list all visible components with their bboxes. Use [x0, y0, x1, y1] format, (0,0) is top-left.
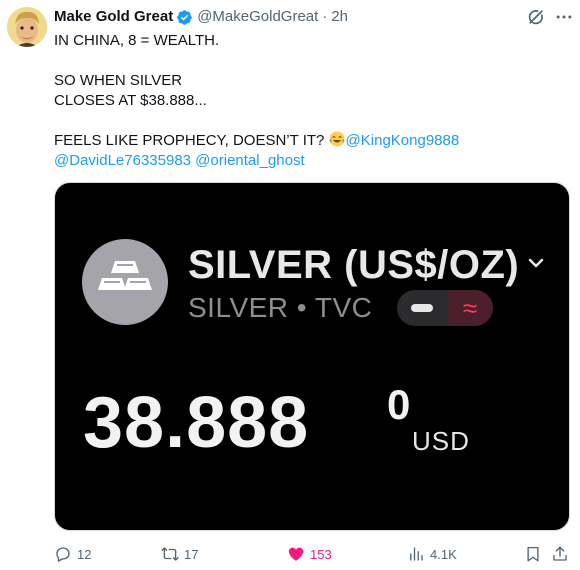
instrument-title: SILVER (US$/OZ) [188, 243, 520, 287]
reply-button[interactable]: 12 [54, 543, 91, 565]
tweet-line-mentions: @DavidLe76335983 @oriental_ghost [54, 151, 564, 171]
author-name[interactable]: Make Gold Great [54, 7, 173, 27]
chevron-down-icon [528, 258, 544, 268]
tweet-line: IN CHINA, 8 = WEALTH. [54, 32, 220, 49]
tweet-header: Make Gold Great @MakeGoldGreat · 2h [54, 7, 580, 27]
grok-icon[interactable] [526, 7, 546, 27]
more-options-icon[interactable] [554, 7, 574, 27]
share-icon [553, 546, 567, 561]
reply-count: 12 [77, 546, 92, 562]
mention-link[interactable]: @DavidLe76335983 [54, 152, 191, 169]
price-currency: USD [412, 426, 470, 456]
approx-icon: ≈ [447, 290, 493, 326]
view-count: 4.1K [430, 546, 457, 562]
avatar[interactable] [7, 7, 47, 47]
analytics-icon [410, 547, 423, 561]
price-value: 38.888 [83, 383, 310, 463]
tweet-line: FEELS LIKE PROPHECY, DOESN’T IT? [54, 132, 325, 149]
repost-icon [161, 547, 179, 561]
tweet-line: SO WHEN SILVER [54, 72, 183, 89]
laughing-tears-emoji-icon [329, 131, 345, 147]
separator: · [322, 8, 328, 25]
tweet-line: CLOSES AT $38.888... [54, 92, 207, 109]
repost-count: 17 [184, 546, 199, 562]
price-superscript: 0 [387, 381, 411, 428]
share-button[interactable] [551, 543, 574, 565]
minus-icon [411, 304, 433, 312]
bookmark-button[interactable] [524, 543, 547, 565]
views-button[interactable]: 4.1K [407, 543, 457, 565]
like-count: 153 [310, 546, 332, 562]
like-button[interactable]: 153 [287, 543, 332, 565]
heart-icon [288, 547, 304, 561]
silver-bars-icon [82, 239, 168, 325]
mention-link[interactable]: @oriental_ghost [195, 152, 304, 169]
timestamp[interactable]: 2h [331, 7, 348, 27]
mention-link[interactable]: @KingKong9888 [346, 132, 460, 149]
tweet-text: IN CHINA, 8 = WEALTH. SO WHEN SILVER CLO… [54, 31, 564, 171]
tweet-line-with-mention: FEELS LIKE PROPHECY, DOESN’T IT? @KingKo… [54, 131, 564, 151]
action-bar: 12 17 153 4.1K [54, 543, 570, 565]
chart-mode-toggle: ≈ [397, 290, 493, 326]
repost-button[interactable]: 17 [161, 543, 198, 565]
instrument-subtitle: SILVER • TVC [188, 292, 373, 323]
reply-icon [56, 547, 70, 562]
author-handle[interactable]: @MakeGoldGreat [197, 7, 318, 27]
media-image[interactable]: SILVER (US$/OZ) SILVER • TVC ≈ 38.888 0 … [54, 182, 570, 531]
verified-badge-icon [177, 9, 192, 25]
bookmark-icon [527, 546, 539, 562]
